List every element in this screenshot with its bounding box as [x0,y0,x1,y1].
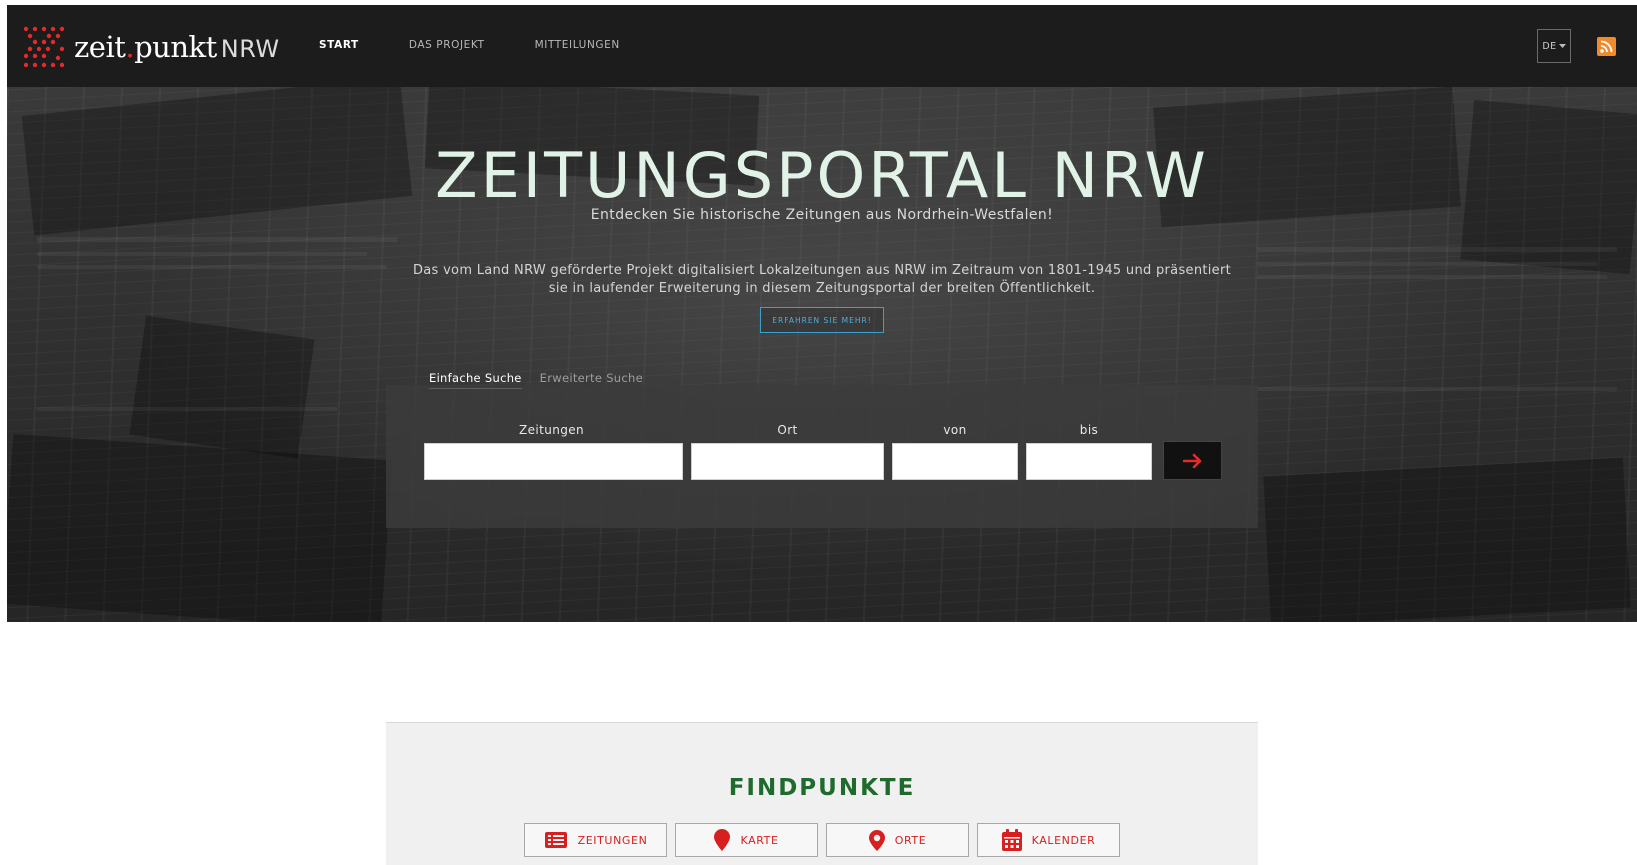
findpunkte-title: FINDPUNKTE [728,775,916,801]
rss-feed-button[interactable] [1597,37,1616,56]
simple-search-panel: Zeitungen Ort von bis [386,385,1258,528]
logo-word-zeit: zeit [74,30,126,64]
von-date-input[interactable] [892,443,1018,480]
nav-item-start[interactable]: START [319,39,359,51]
logo-dots-icon [23,26,65,68]
findpunkte-section: FINDPUNKTE ZEITUNGEN KARTE ORTE KALENDER [386,722,1258,865]
logo-wordmark: zeit.punkt NRW [74,30,280,64]
bis-date-input[interactable] [1026,443,1152,480]
ort-label: Ort [777,423,798,437]
nav-item-das-projekt[interactable]: DAS PROJEKT [409,39,485,51]
hero-title: ZEITUNGSPORTAL NRW [435,139,1209,212]
location-pin-icon [868,829,885,851]
calendar-icon [1001,829,1022,851]
newspaper-list-icon [544,832,567,848]
map-marker-icon [714,829,731,851]
main-nav: START DAS PROJEKT MITTEILUNGEN [319,39,620,51]
kalender-button-label: KALENDER [1031,833,1096,847]
nav-item-mitteilungen[interactable]: MITTEILUNGEN [535,39,620,51]
kalender-button[interactable]: KALENDER [977,823,1120,857]
hero-subtitle: Entdecken Sie historische Zeitungen aus … [590,207,1054,223]
learn-more-button[interactable]: ERFAHREN SIE MEHR! [760,307,884,333]
orte-button[interactable]: ORTE [826,823,969,857]
orte-button-label: ORTE [894,833,927,847]
bis-label: bis [1079,423,1099,437]
arrow-right-icon [1182,453,1201,468]
zeitungen-button[interactable]: ZEITUNGEN [524,823,667,857]
hero-section: ZEITUNGSPORTAL NRW Entdecken Sie histori… [7,87,1637,622]
von-label: von [943,423,967,437]
site-logo[interactable]: zeit.punkt NRW [22,23,280,71]
rss-icon [1600,40,1613,53]
zeitungen-input[interactable] [424,443,683,480]
zeitungen-button-label: ZEITUNGEN [577,833,648,847]
top-navbar: zeit.punkt NRW START DAS PROJEKT MITTEILU… [7,5,1637,87]
logo-word-nrw: NRW [220,35,280,63]
zeitungen-label: Zeitungen [518,423,585,437]
language-label: DE [1542,40,1557,52]
page-frame: zeit.punkt NRW START DAS PROJEKT MITTEILU… [7,5,1637,622]
language-selector[interactable]: DE [1537,29,1571,63]
caret-down-icon [1558,43,1566,48]
karte-button[interactable]: KARTE [675,823,818,857]
logo-dot: . [125,30,135,64]
karte-button-label: KARTE [740,833,779,847]
hero-description: Das vom Land NRW geförderte Projekt digi… [412,263,1232,296]
logo-word-punkt: punkt [134,30,217,64]
search-submit-button[interactable] [1163,441,1222,480]
ort-input[interactable] [691,443,884,480]
findpunkte-buttons: ZEITUNGEN KARTE ORTE KALENDER [524,823,1120,857]
